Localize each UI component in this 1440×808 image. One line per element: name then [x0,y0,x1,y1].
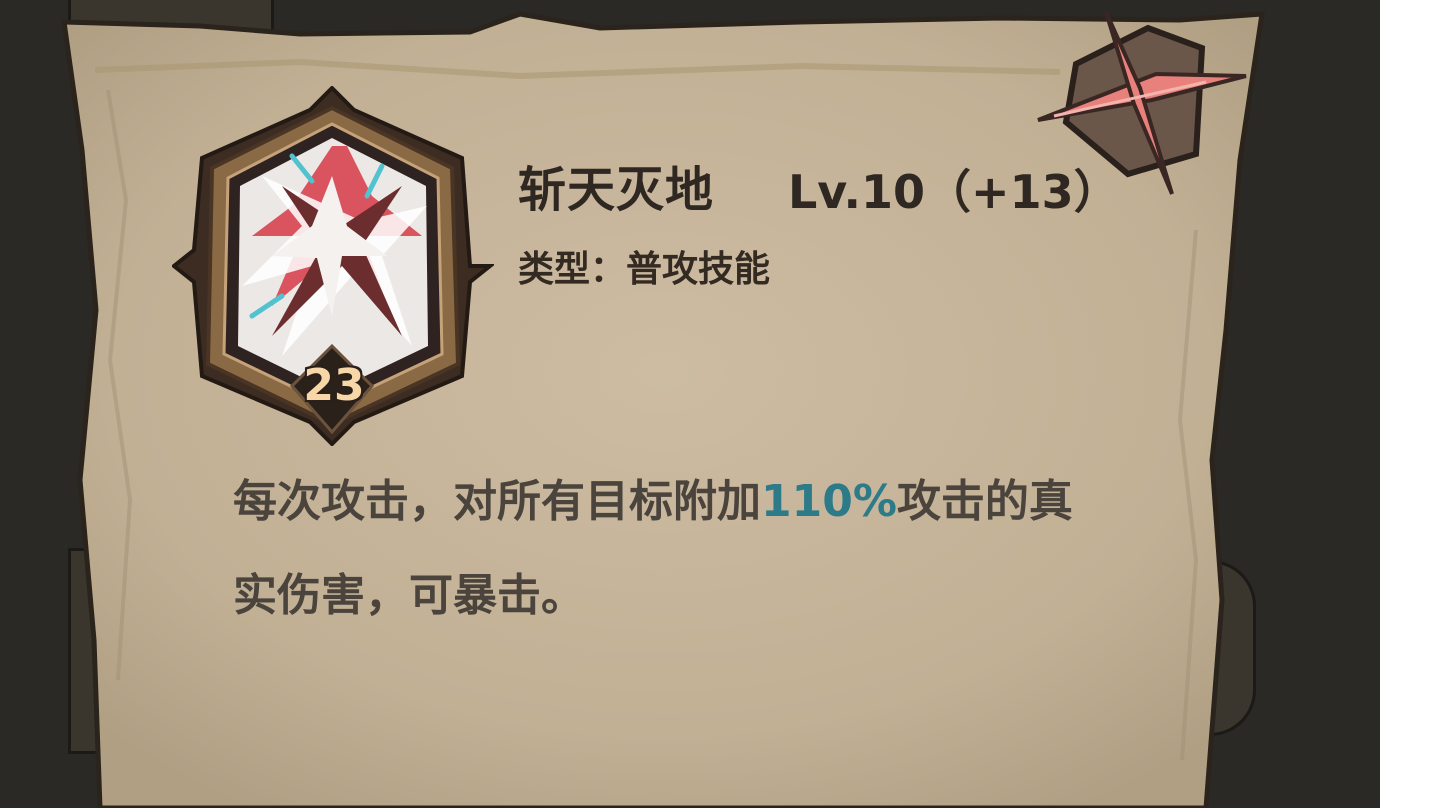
skill-count-badge: 23 [303,360,365,411]
description-text: 每次攻击，对所有目标附加 [233,476,761,527]
screen-edge [1380,0,1440,808]
skill-description: 每次攻击，对所有目标附加110%攻击的真实伤害，可暴击。 [233,455,1093,643]
skill-name: 斩天灭地 [518,162,715,218]
skill-detail-screen: 23 斩天灭地 Lv.10（+13） 类型：普攻技能 每次攻击，对所有目标附加1… [0,0,1440,808]
close-icon [1037,11,1247,195]
skill-type: 类型：普攻技能 [518,249,771,290]
damage-percent: 110% [761,476,897,527]
close-button[interactable] [1036,4,1258,198]
